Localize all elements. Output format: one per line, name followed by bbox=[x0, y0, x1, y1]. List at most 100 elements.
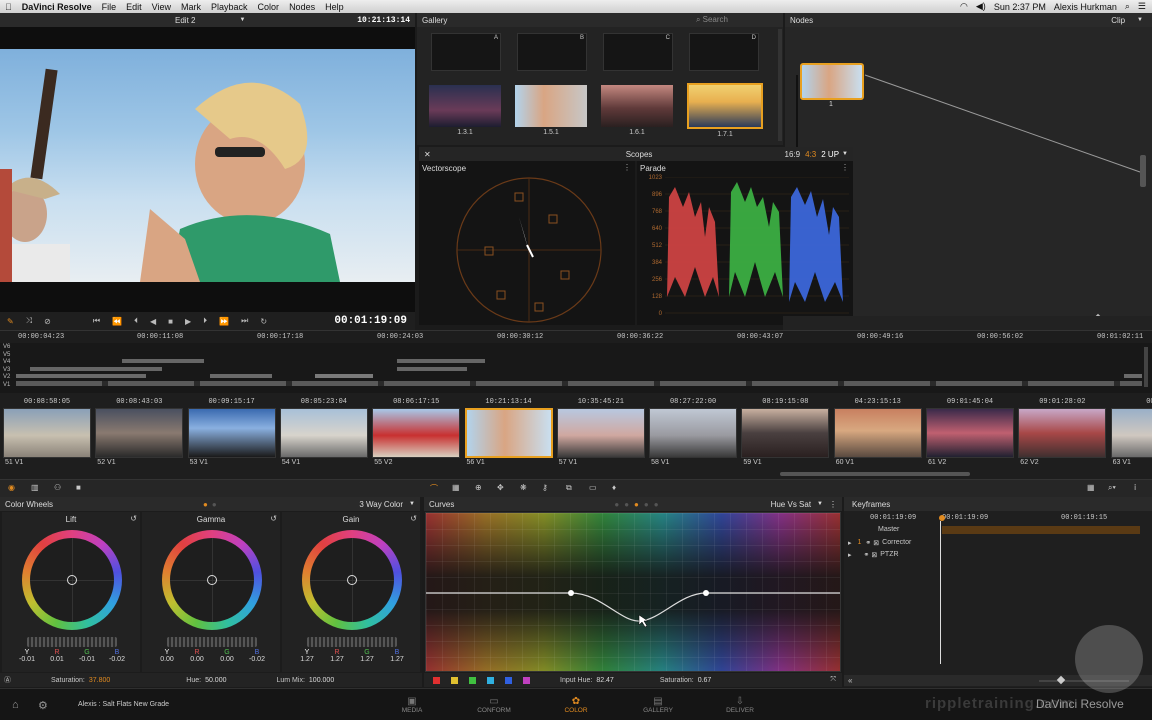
swatch-cyan[interactable] bbox=[487, 676, 494, 684]
lock-icon[interactable]: ⊠ bbox=[873, 539, 879, 547]
tuning-icon[interactable]: ♦ bbox=[612, 483, 616, 492]
next-frame-icon[interactable]: ⏵ bbox=[203, 316, 207, 326]
timeline-name[interactable]: Edit 2 bbox=[175, 16, 195, 25]
gain-g-value[interactable]: 1.27 bbox=[352, 656, 382, 663]
swatch-blue[interactable] bbox=[505, 676, 512, 684]
clip-thumbnail[interactable] bbox=[556, 408, 645, 458]
lift-b-value[interactable]: -0.02 bbox=[102, 656, 132, 663]
gallery-scrollbar[interactable] bbox=[778, 29, 782, 141]
tab-color[interactable]: ✿ COLOR bbox=[546, 696, 606, 714]
primaries-bars-icon[interactable]: ▥ bbox=[31, 483, 39, 492]
playhead-line[interactable] bbox=[940, 521, 941, 664]
gamma-y-value[interactable]: 0.00 bbox=[152, 656, 182, 663]
expand-icon[interactable]: ⤧ bbox=[830, 676, 836, 684]
clip-thumbnail[interactable] bbox=[372, 408, 461, 458]
bypass-icon[interactable]: ⊘ bbox=[44, 317, 51, 326]
menu-file[interactable]: File bbox=[97, 2, 122, 12]
gamma-g-value[interactable]: 0.00 bbox=[212, 656, 242, 663]
curve-sat-value[interactable]: 0.67 bbox=[698, 677, 712, 684]
saturation-value[interactable]: 37.800 bbox=[89, 677, 110, 684]
prev-frame-icon[interactable]: ⏴ bbox=[134, 316, 138, 326]
memory-a[interactable]: A bbox=[431, 33, 501, 71]
chevron-down-icon[interactable]: ▼ bbox=[817, 501, 823, 507]
chevron-down-icon[interactable]: ▼ bbox=[239, 17, 245, 23]
clip-thumbnail[interactable] bbox=[741, 408, 830, 458]
clip-thumbnail[interactable] bbox=[926, 408, 1014, 458]
node-tools-icon[interactable]: ⚇ bbox=[54, 483, 61, 492]
clip-strip-scrollbar[interactable] bbox=[780, 472, 970, 476]
sizing-icon[interactable]: ⧉ bbox=[566, 483, 572, 493]
ratio-4-3[interactable]: 4:3 bbox=[805, 150, 816, 159]
grid-view-icon[interactable]: ▦ bbox=[1087, 483, 1095, 492]
timeline-tracks[interactable]: V6 V5 V4 V3 V2 V1 bbox=[0, 343, 1152, 393]
gamma-b-value[interactable]: -0.02 bbox=[242, 656, 272, 663]
curves-icon[interactable]: ⌒ bbox=[430, 483, 438, 494]
swatch-green[interactable] bbox=[469, 676, 476, 684]
clip-thumbnail[interactable] bbox=[279, 408, 368, 458]
page-dot[interactable]: ● bbox=[644, 500, 649, 509]
gain-puck[interactable] bbox=[347, 575, 357, 585]
timeline-ruler[interactable]: 00:00:04:23 00:00:11:08 00:00:17:18 00:0… bbox=[0, 330, 1152, 343]
lift-wheel[interactable] bbox=[22, 530, 122, 630]
menubar-clock[interactable]: Sun 2:37 PM bbox=[994, 2, 1046, 12]
apple-icon[interactable]:  bbox=[0, 2, 17, 12]
page-dot-active[interactable]: ● bbox=[634, 500, 639, 509]
auto-balance-icon[interactable]: Ⓐ bbox=[4, 675, 11, 685]
reverse-play-icon[interactable]: ◀ bbox=[150, 317, 156, 326]
lum-mix-value[interactable]: 100.000 bbox=[309, 677, 334, 684]
shuffle-icon[interactable]: ⤨ bbox=[26, 316, 32, 326]
spotlight-icon[interactable]: ⌕ bbox=[1125, 1, 1130, 12]
still-4-selected[interactable] bbox=[687, 83, 763, 129]
keyframes-zoom-thumb[interactable] bbox=[1056, 675, 1066, 685]
menu-icon[interactable]: ⋮ bbox=[623, 163, 631, 172]
reset-icon[interactable]: ↺ bbox=[130, 514, 137, 523]
clip-thumbnail[interactable] bbox=[95, 408, 184, 458]
stop-icon[interactable]: ■ bbox=[168, 317, 173, 326]
wifi-icon[interactable]: ◠ bbox=[960, 1, 968, 12]
curves-graph[interactable] bbox=[425, 512, 841, 672]
hue-value[interactable]: 50.000 bbox=[205, 677, 226, 684]
memory-c[interactable]: C bbox=[603, 33, 673, 71]
gallery-search[interactable]: ⌕ Search bbox=[696, 15, 728, 25]
lift-master-wheel[interactable] bbox=[27, 637, 117, 647]
menu-color[interactable]: Color bbox=[253, 2, 285, 12]
blur-icon[interactable]: ❋ bbox=[520, 483, 527, 492]
menu-playback[interactable]: Playback bbox=[206, 2, 253, 12]
menu-help[interactable]: Help bbox=[320, 2, 349, 12]
collapse-icon[interactable]: « bbox=[848, 676, 852, 685]
timeline-v1-track[interactable] bbox=[16, 381, 1142, 386]
scopes-layout-select[interactable]: 2 UP bbox=[821, 150, 839, 159]
timeline-clip[interactable] bbox=[30, 367, 162, 371]
menu-view[interactable]: View bbox=[147, 2, 176, 12]
page-dot[interactable]: ● bbox=[614, 500, 619, 509]
curves-mode-select[interactable]: Hue Vs Sat bbox=[771, 500, 811, 509]
loop-icon[interactable]: ↻ bbox=[260, 317, 267, 326]
menubar-user[interactable]: Alexis Hurkman bbox=[1054, 2, 1117, 12]
link-icon[interactable]: ⚭ bbox=[865, 539, 871, 547]
node-zoom-slider[interactable] bbox=[1140, 155, 1146, 187]
ratio-16-9[interactable]: 16:9 bbox=[785, 150, 801, 159]
reset-icon[interactable]: ↺ bbox=[270, 514, 277, 523]
swatch-red[interactable] bbox=[433, 676, 440, 684]
settings-gear-icon[interactable]: ⚙ bbox=[38, 699, 48, 712]
page-dot[interactable]: ● bbox=[212, 500, 217, 509]
close-icon[interactable]: ✕ bbox=[424, 150, 431, 159]
key-icon[interactable]: ⚷ bbox=[542, 483, 548, 492]
clip-thumbnail[interactable] bbox=[1018, 408, 1107, 458]
chevron-down-icon[interactable]: ▼ bbox=[842, 151, 848, 157]
tab-deliver[interactable]: ⇩ DELIVER bbox=[710, 696, 770, 714]
app-menu[interactable]: DaVinci Resolve bbox=[17, 2, 97, 12]
gain-b-value[interactable]: 1.27 bbox=[382, 656, 412, 663]
nodes-mode-select[interactable]: Clip bbox=[1111, 16, 1125, 25]
home-icon[interactable]: ⌂ bbox=[12, 699, 19, 711]
gamma-wheel[interactable] bbox=[162, 530, 262, 630]
chevron-down-icon[interactable]: ▼ bbox=[409, 501, 415, 507]
go-to-start-icon[interactable]: ⏮ bbox=[93, 316, 100, 326]
menu-mark[interactable]: Mark bbox=[176, 2, 206, 12]
qualifier-icon[interactable]: ▦ bbox=[452, 483, 460, 492]
list-icon[interactable]: ☰ bbox=[1138, 1, 1146, 12]
info-icon[interactable]: ⅰ bbox=[1134, 483, 1136, 492]
still-1[interactable] bbox=[429, 85, 501, 127]
lock-icon[interactable]: ⊠ bbox=[871, 551, 877, 559]
disclosure-icon[interactable]: ▸ bbox=[848, 539, 852, 547]
